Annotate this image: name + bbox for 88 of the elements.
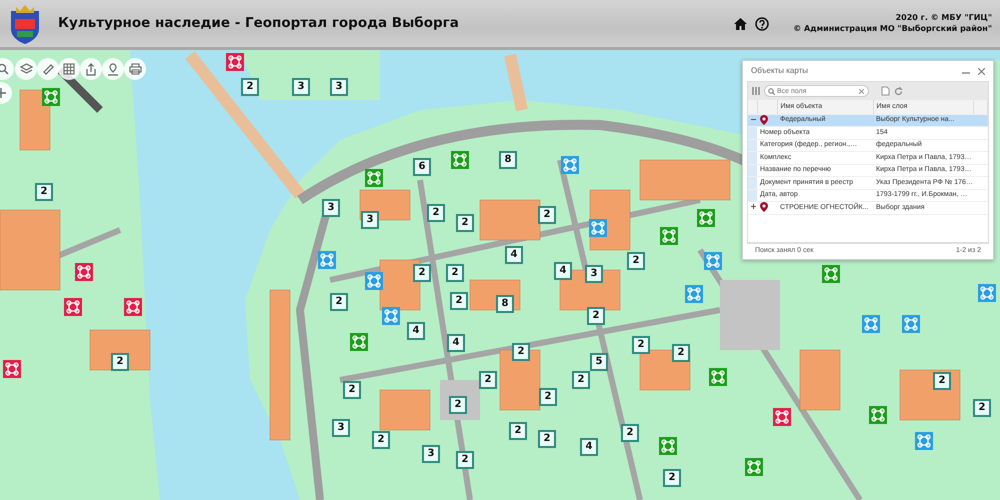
monument-marker[interactable]: 4: [554, 262, 572, 280]
object-marker-icon[interactable]: [561, 156, 579, 174]
close-icon[interactable]: [978, 68, 985, 74]
object-marker-icon[interactable]: [660, 227, 678, 245]
monument-marker[interactable]: 3: [585, 265, 603, 283]
object-marker-icon[interactable]: [745, 458, 763, 476]
expand-icon[interactable]: [751, 204, 756, 210]
monument-marker[interactable]: 2: [587, 307, 605, 325]
columns-icon[interactable]: [752, 87, 760, 95]
object-marker-icon[interactable]: [697, 209, 715, 227]
monument-marker[interactable]: 2: [632, 336, 650, 354]
home-icon[interactable]: [734, 18, 748, 30]
object-marker-icon[interactable]: [124, 298, 142, 316]
monument-marker[interactable]: 2: [456, 451, 474, 469]
monument-marker[interactable]: 2: [672, 344, 690, 362]
object-marker-icon[interactable]: [822, 265, 840, 283]
monument-marker[interactable]: 3: [322, 199, 340, 217]
monument-marker[interactable]: 3: [332, 419, 350, 437]
object-marker-icon[interactable]: [659, 437, 677, 455]
object-marker-icon[interactable]: [978, 284, 996, 302]
monument-marker[interactable]: 3: [330, 78, 348, 96]
monument-marker[interactable]: 2: [456, 214, 474, 232]
monument-marker[interactable]: 2: [413, 264, 431, 282]
monument-marker[interactable]: 4: [580, 438, 598, 456]
search-icon: [768, 88, 775, 95]
monument-marker[interactable]: 2: [241, 78, 259, 96]
export-icon[interactable]: [881, 86, 890, 96]
monument-marker[interactable]: 8: [496, 295, 514, 313]
monument-marker[interactable]: 2: [973, 399, 991, 417]
object-marker-icon[interactable]: [704, 252, 722, 270]
panel-title: Объекты карты: [751, 65, 808, 77]
monument-marker[interactable]: 2: [538, 206, 556, 224]
clear-icon[interactable]: [859, 89, 864, 94]
monument-marker[interactable]: 2: [627, 252, 645, 270]
object-marker-icon[interactable]: [451, 151, 469, 169]
monument-marker[interactable]: 2: [621, 424, 639, 442]
copyright-text: 2020 г. © МБУ "ГИЦ": [894, 13, 992, 24]
object-marker-icon[interactable]: [773, 408, 791, 426]
site-title: Культурное наследие - Геопортал города Выборга: [58, 14, 459, 34]
monument-marker[interactable]: 4: [407, 322, 425, 340]
object-marker-icon[interactable]: [915, 432, 933, 450]
monument-marker[interactable]: 2: [539, 388, 557, 406]
monument-marker[interactable]: 2: [933, 372, 951, 390]
help-icon[interactable]: [755, 16, 770, 30]
object-marker-icon[interactable]: [318, 251, 336, 269]
monument-marker[interactable]: 2: [479, 371, 497, 389]
monument-marker[interactable]: 2: [449, 396, 467, 414]
monument-marker[interactable]: 2: [372, 431, 390, 449]
monument-marker[interactable]: 3: [292, 78, 310, 96]
collapse-icon[interactable]: [751, 116, 756, 122]
monument-marker[interactable]: 2: [572, 371, 590, 389]
monument-marker[interactable]: 4: [447, 334, 465, 352]
object-marker-icon[interactable]: [685, 285, 703, 303]
monument-marker[interactable]: 2: [343, 381, 361, 399]
monument-marker[interactable]: 2: [512, 343, 530, 361]
object-marker-icon[interactable]: [42, 88, 60, 106]
object-marker-icon[interactable]: [902, 315, 920, 333]
monument-marker[interactable]: 2: [663, 469, 681, 487]
monument-marker[interactable]: 2: [330, 293, 348, 311]
refresh-icon[interactable]: [894, 86, 903, 96]
object-marker-icon[interactable]: [869, 406, 887, 424]
monument-marker[interactable]: 2: [446, 264, 464, 282]
location-pin-icon: [760, 202, 768, 212]
copyright-text: © Администрация МО "Выборгский район": [793, 24, 992, 34]
object-marker-icon[interactable]: [365, 169, 383, 187]
object-marker-icon[interactable]: [589, 219, 607, 237]
object-marker-icon[interactable]: [64, 298, 82, 316]
monument-marker[interactable]: 2: [538, 430, 556, 448]
monument-marker[interactable]: 4: [505, 246, 523, 264]
object-marker-icon[interactable]: [709, 368, 727, 386]
object-marker-icon[interactable]: [862, 315, 880, 333]
monument-marker[interactable]: 2: [450, 292, 468, 310]
monument-marker[interactable]: 3: [361, 211, 379, 229]
object-marker-icon[interactable]: [350, 333, 368, 351]
object-marker-icon[interactable]: [382, 307, 400, 325]
monument-marker[interactable]: 6: [413, 158, 431, 176]
monument-marker[interactable]: 2: [427, 204, 445, 222]
monument-marker[interactable]: 2: [111, 353, 129, 371]
object-marker-icon[interactable]: [226, 53, 244, 71]
monument-marker[interactable]: 2: [509, 422, 527, 440]
monument-marker[interactable]: 5: [590, 353, 608, 371]
object-marker-icon[interactable]: [365, 272, 383, 290]
object-marker-icon[interactable]: [75, 263, 93, 281]
object-marker-icon[interactable]: [3, 360, 21, 378]
coat-of-arms-icon: [8, 2, 42, 44]
monument-marker[interactable]: 3: [422, 445, 440, 463]
monument-marker[interactable]: 8: [499, 151, 517, 169]
monument-marker[interactable]: 2: [35, 183, 53, 201]
